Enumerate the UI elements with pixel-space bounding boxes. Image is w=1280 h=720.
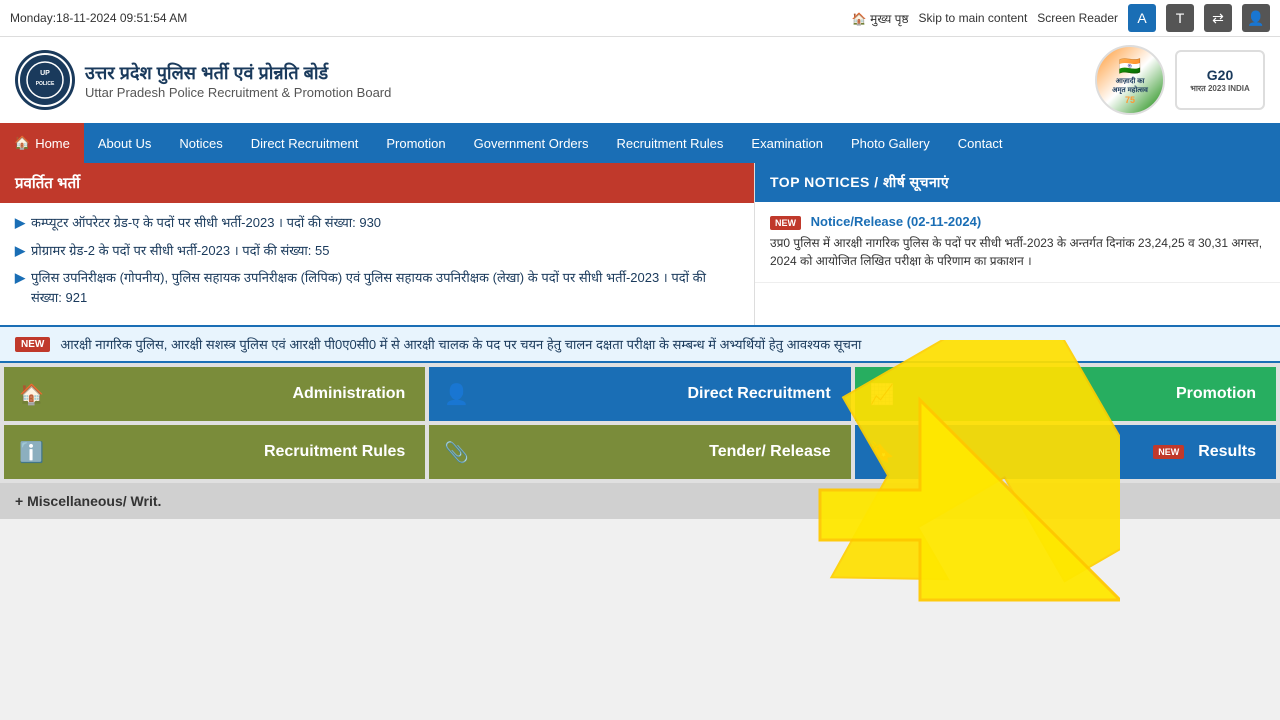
quick-link-recruitment-rules[interactable]: ℹ️ Recruitment Rules: [4, 425, 425, 479]
header-titles: उत्तर प्रदेश पुलिस भर्ती एवं प्रोन्नति ब…: [85, 61, 391, 100]
svg-text:POLICE: POLICE: [35, 81, 54, 87]
quick-link-tender[interactable]: 📎 Tender/ Release: [429, 425, 850, 479]
nav-contact[interactable]: Contact: [944, 124, 1017, 163]
bullet-arrow-1: ▶: [15, 213, 25, 233]
bullet-arrow-3: ▶: [15, 268, 25, 288]
pravrit-item-2[interactable]: ▶ प्रोग्रामर ग्रेड-2 के पदों पर सीधी भर्…: [15, 241, 739, 261]
results-label: Results: [1198, 443, 1256, 461]
tender-label: Tender/ Release: [709, 443, 831, 461]
administration-icon: 🏠: [19, 382, 44, 407]
right-panel: TOP NOTICES / शीर्ष सूचनाएं NEW Notice/R…: [755, 163, 1280, 325]
nav-photo-gallery[interactable]: Photo Gallery: [837, 124, 944, 163]
main-content: प्रवर्तित भर्ती ▶ कम्प्यूटर ऑपरेटर ग्रेड…: [0, 163, 1280, 325]
ticker-text: आरक्षी नागरिक पुलिस, आरक्षी सशस्त्र पुलि…: [60, 335, 861, 353]
nav-notices-label: Notices: [179, 136, 222, 151]
nav-rules-label: Recruitment Rules: [616, 136, 723, 151]
quick-link-direct-recruitment[interactable]: 👤 Direct Recruitment: [429, 367, 850, 421]
top-bar-right: 🏠 मुख्य पृष्ठ Skip to main content Scree…: [852, 4, 1270, 32]
font-size-icon[interactable]: T: [1166, 4, 1194, 32]
user-icon[interactable]: 👤: [1242, 4, 1270, 32]
header-left: UP POLICE उत्तर प्रदेश पुलिस भर्ती एवं प…: [15, 50, 391, 110]
header-logos: 🇮🇳 आज़ादी का अमृत महोत्सव 75 G20 भारत 20…: [1095, 45, 1265, 115]
quick-links: 🏠 Administration 👤 Direct Recruitment 📈 …: [0, 363, 1280, 483]
nav-direct-label: Direct Recruitment: [251, 136, 359, 151]
nav-promotion[interactable]: Promotion: [372, 124, 459, 163]
screen-reader-link[interactable]: Screen Reader: [1037, 11, 1118, 25]
top-bar: Monday:18-11-2024 09:51:54 AM 🏠 मुख्य पृ…: [0, 0, 1280, 37]
pravrit-text-2: प्रोग्रामर ग्रेड-2 के पदों पर सीधी भर्ती…: [31, 241, 329, 261]
pravrit-text-3: पुलिस उपनिरीक्षक (गोपनीय), पुलिस सहायक उ…: [31, 268, 739, 307]
notice-text-1: उप्र0 पुलिस में आरक्षी नागरिक पुलिस के प…: [770, 234, 1265, 270]
navbar: 🏠 Home About Us Notices Direct Recruitme…: [0, 123, 1280, 163]
results-new-badge: NEW: [1153, 445, 1184, 459]
tender-icon: 📎: [444, 440, 469, 465]
promotion-label: Promotion: [1176, 385, 1256, 403]
pravrit-text-1: कम्प्यूटर ऑपरेटर ग्रेड-ए के पदों पर सीधी…: [31, 213, 381, 233]
nav-direct-recruitment[interactable]: Direct Recruitment: [237, 124, 373, 163]
notice-badge-1: NEW: [770, 216, 801, 230]
datetime: Monday:18-11-2024 09:51:54 AM: [10, 11, 187, 25]
promotion-icon: 📈: [870, 382, 895, 407]
pravrit-item-3[interactable]: ▶ पुलिस उपनिरीक्षक (गोपनीय), पुलिस सहायक…: [15, 268, 739, 307]
home-nav-icon: 🏠: [14, 135, 30, 151]
results-icon: 🔖: [870, 440, 895, 465]
skip-link[interactable]: Skip to main content: [919, 11, 1028, 25]
recruitment-rules-icon: ℹ️: [19, 440, 44, 465]
notice-item-1[interactable]: NEW Notice/Release (02-11-2024) उप्र0 पु…: [755, 202, 1280, 283]
nav-govt-orders[interactable]: Government Orders: [460, 124, 603, 163]
nav-notices[interactable]: Notices: [165, 124, 236, 163]
administration-label: Administration: [292, 385, 405, 403]
ticker-bar: NEW आरक्षी नागरिक पुलिस, आरक्षी सशस्त्र …: [0, 325, 1280, 363]
header: UP POLICE उत्तर प्रदेश पुलिस भर्ती एवं प…: [0, 37, 1280, 123]
ticker-badge: NEW: [15, 337, 50, 352]
g20-logo: G20 भारत 2023 INDIA: [1175, 50, 1265, 110]
bullet-arrow-2: ▶: [15, 241, 25, 261]
azadi-logo: 🇮🇳 आज़ादी का अमृत महोत्सव 75: [1095, 45, 1165, 115]
home-link[interactable]: 🏠 मुख्य पृष्ठ: [852, 10, 909, 27]
header-title-hindi: उत्तर प्रदेश पुलिस भर्ती एवं प्रोन्नति ब…: [85, 61, 391, 85]
nav-recruitment-rules[interactable]: Recruitment Rules: [602, 124, 737, 163]
nav-exam-label: Examination: [751, 136, 823, 151]
svg-text:UP: UP: [40, 70, 50, 77]
pravrit-item-1[interactable]: ▶ कम्प्यूटर ऑपरेटर ग्रेड-ए के पदों पर सी…: [15, 213, 739, 233]
notice-title-1: NEW Notice/Release (02-11-2024): [770, 214, 1265, 230]
recruitment-rules-label: Recruitment Rules: [264, 443, 405, 461]
pravrit-list: ▶ कम्प्यूटर ऑपरेटर ग्रेड-ए के पदों पर सी…: [0, 203, 754, 325]
nav-gallery-label: Photo Gallery: [851, 136, 930, 151]
header-title-english: Uttar Pradesh Police Recruitment & Promo…: [85, 85, 391, 100]
contrast-icon[interactable]: A: [1128, 4, 1156, 32]
left-panel: प्रवर्तित भर्ती ▶ कम्प्यूटर ऑपरेटर ग्रेड…: [0, 163, 755, 325]
quick-link-administration[interactable]: 🏠 Administration: [4, 367, 425, 421]
top-notices-header: TOP NOTICES / शीर्ष सूचनाएं: [755, 163, 1280, 202]
nav-home[interactable]: 🏠 Home: [0, 123, 84, 163]
direct-recruitment-label: Direct Recruitment: [688, 385, 831, 403]
quick-link-results[interactable]: 🔖 NEW Results: [855, 425, 1276, 479]
misc-bar[interactable]: + Miscellaneous/ Writ.: [0, 483, 1280, 519]
direct-recruitment-icon: 👤: [444, 382, 469, 407]
language-icon[interactable]: ⇄: [1204, 4, 1232, 32]
nav-govt-label: Government Orders: [474, 136, 589, 151]
nav-about-label: About Us: [98, 136, 151, 151]
nav-examination[interactable]: Examination: [737, 124, 837, 163]
logo: UP POLICE: [15, 50, 75, 110]
nav-about[interactable]: About Us: [84, 124, 165, 163]
pravrit-header: प्रवर्तित भर्ती: [0, 163, 754, 203]
quick-link-promotion[interactable]: 📈 Promotion: [855, 367, 1276, 421]
nav-contact-label: Contact: [958, 136, 1003, 151]
nav-promotion-label: Promotion: [386, 136, 445, 151]
nav-home-label: Home: [35, 136, 70, 151]
